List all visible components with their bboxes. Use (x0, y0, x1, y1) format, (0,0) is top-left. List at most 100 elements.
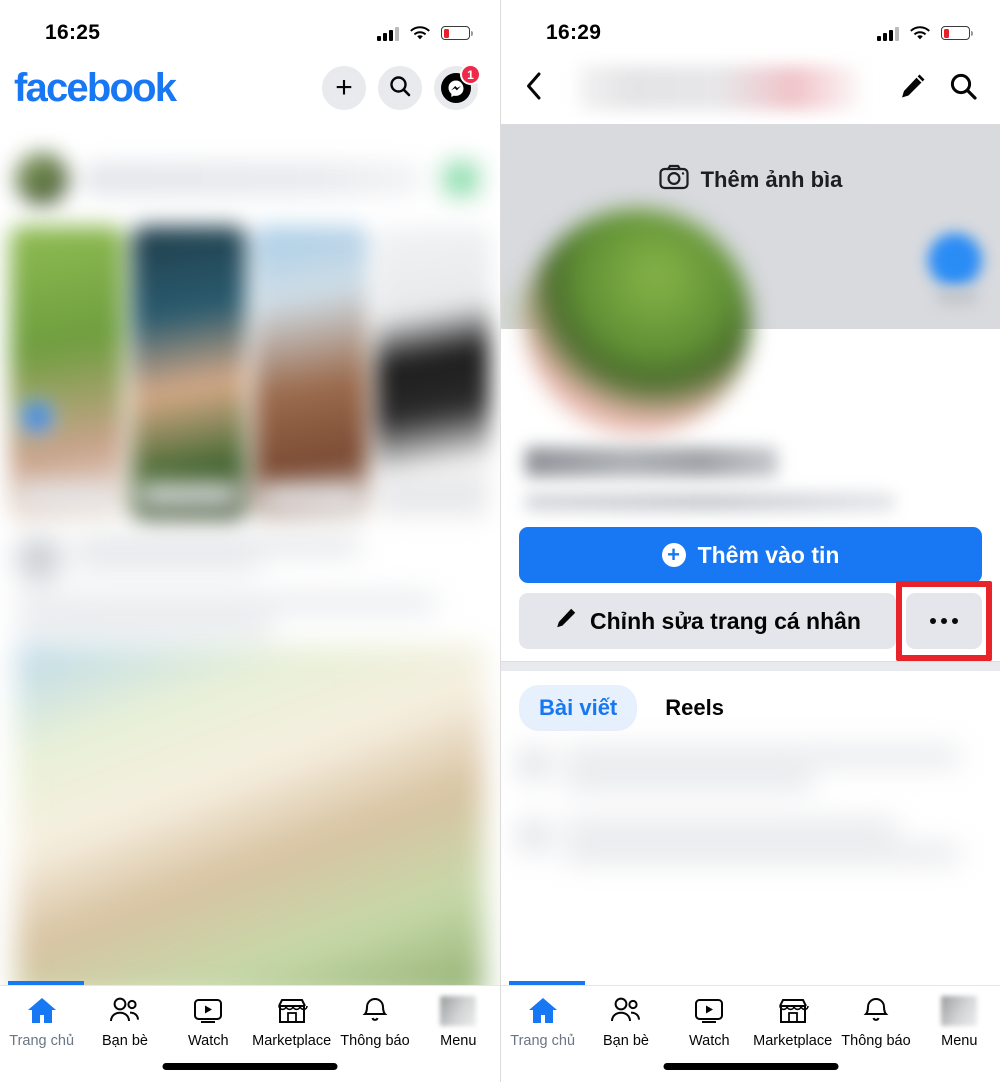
nav-label: Trang chủ (9, 1033, 75, 1049)
create-button[interactable]: + (322, 66, 366, 110)
add-cover-photo-button[interactable]: Thêm ảnh bìa (658, 164, 843, 195)
nav-item-notifications[interactable]: Thông báo (834, 994, 917, 1049)
messenger-button[interactable]: 1 (434, 64, 481, 110)
menu-avatar-icon (941, 994, 978, 1028)
story-card[interactable] (132, 226, 246, 520)
profile-appbar (501, 52, 1000, 124)
composer-input[interactable] (82, 162, 424, 196)
feed-post[interactable] (0, 520, 500, 1000)
bottom-nav-right: Trang chủ Bạn bè Watch Marketplace Thông… (501, 985, 1000, 1082)
tab-reels[interactable]: Reels (645, 685, 744, 731)
list-item-text (563, 821, 982, 871)
status-time: 16:25 (45, 21, 101, 44)
wifi-icon (410, 25, 430, 41)
stories-row[interactable] (0, 220, 500, 520)
profile-bio-blurred (525, 493, 895, 511)
edit-profile-label: Chỉnh sửa trang cá nhân (590, 607, 861, 634)
home-indicator (663, 1063, 839, 1070)
nav-item-watch[interactable]: Watch (167, 994, 250, 1049)
edit-profile-button[interactable]: Chỉnh sửa trang cá nhân (519, 593, 896, 649)
cellular-signal-icon (877, 26, 899, 41)
story-caption (262, 482, 360, 508)
add-to-story-button[interactable]: + Thêm vào tin (519, 527, 982, 583)
post-avatar (16, 536, 62, 582)
search-button[interactable] (378, 66, 422, 110)
nav-label: Marketplace (252, 1033, 332, 1049)
ellipsis-icon (930, 618, 936, 624)
marketplace-icon (276, 994, 308, 1028)
friends-icon (108, 994, 142, 1028)
nav-label: Marketplace (753, 1033, 833, 1049)
right-phone-panel: 16:29 Thêm ảnh bìa + Thêm vào tin Chỉnh … (500, 0, 1000, 1082)
status-icons (377, 25, 473, 41)
tab-posts[interactable]: Bài viết (519, 685, 638, 731)
cellular-signal-icon (377, 26, 399, 41)
plus-circle-icon: + (661, 543, 686, 567)
battery-icon (941, 26, 973, 40)
list-item[interactable] (519, 821, 982, 871)
news-feed[interactable] (0, 124, 500, 1006)
search-icon (388, 74, 412, 103)
bell-icon (360, 994, 390, 1028)
nav-item-friends[interactable]: Bạn bè (83, 994, 166, 1049)
post-meta (74, 539, 484, 579)
post-text (16, 596, 484, 633)
camera-icon (658, 164, 689, 195)
story-caption (384, 482, 482, 508)
nav-item-home[interactable]: Trang chủ (0, 994, 83, 1049)
bell-icon (861, 994, 891, 1028)
profile-side-badge (928, 233, 982, 287)
nav-label: Watch (689, 1033, 730, 1049)
nav-label: Thông báo (340, 1033, 410, 1049)
list-item-text (563, 749, 982, 799)
list-item[interactable] (519, 749, 982, 799)
post-header (16, 536, 484, 582)
plus-icon: + (335, 71, 353, 104)
profile-avatar[interactable] (525, 209, 751, 435)
profile-name-blurred (525, 447, 778, 477)
add-to-story-label: Thêm vào tin (697, 541, 840, 568)
nav-item-menu[interactable]: Menu (417, 994, 500, 1049)
wifi-icon (910, 25, 930, 41)
story-card[interactable] (376, 226, 490, 520)
bottom-nav-left: Trang chủ Bạn bè Watch Marketplace Thông… (0, 985, 500, 1082)
list-item-icon (519, 821, 549, 851)
create-story-ring[interactable] (20, 400, 54, 434)
story-card[interactable] (254, 226, 368, 520)
secondary-action-row: Chỉnh sửa trang cá nhân (519, 581, 992, 661)
add-cover-photo-label: Thêm ảnh bìa (700, 166, 843, 192)
chevron-left-icon[interactable] (525, 71, 543, 106)
status-time: 16:29 (546, 21, 602, 44)
more-options-wrapper (896, 581, 992, 661)
post-composer[interactable] (0, 124, 500, 220)
ellipsis-icon (952, 618, 958, 624)
friends-icon (609, 994, 643, 1028)
nav-label: Menu (941, 1033, 978, 1049)
search-icon[interactable] (948, 71, 978, 106)
profile-details-list[interactable] (501, 743, 1000, 871)
nav-label: Bạn bè (102, 1033, 148, 1049)
nav-label: Thông báo (841, 1033, 911, 1049)
nav-item-marketplace[interactable]: Marketplace (250, 994, 333, 1049)
nav-item-home[interactable]: Trang chủ (501, 994, 584, 1049)
facebook-logo[interactable]: facebook (14, 68, 177, 108)
story-caption (140, 482, 238, 508)
nav-item-friends[interactable]: Bạn bè (584, 994, 667, 1049)
nav-item-watch[interactable]: Watch (668, 994, 751, 1049)
nav-label: Menu (440, 1033, 477, 1049)
more-options-button[interactable] (906, 593, 982, 649)
facebook-appbar: facebook + 1 (0, 52, 500, 124)
profile-side-label-blurred (936, 289, 978, 305)
messenger-badge: 1 (460, 64, 481, 85)
menu-avatar-icon (440, 994, 477, 1028)
composer-photo-icon[interactable] (438, 157, 484, 201)
nav-item-marketplace[interactable]: Marketplace (751, 994, 834, 1049)
story-card[interactable] (10, 226, 124, 520)
pencil-icon[interactable] (898, 71, 928, 106)
nav-item-menu[interactable]: Menu (918, 994, 1000, 1049)
profile-body: + Thêm vào tin Chỉnh sửa trang cá nhân B… (501, 209, 1000, 871)
nav-label: Bạn bè (603, 1033, 649, 1049)
post-photo[interactable] (16, 645, 484, 1000)
nav-item-notifications[interactable]: Thông báo (333, 994, 416, 1049)
profile-title-blurred (579, 66, 862, 110)
